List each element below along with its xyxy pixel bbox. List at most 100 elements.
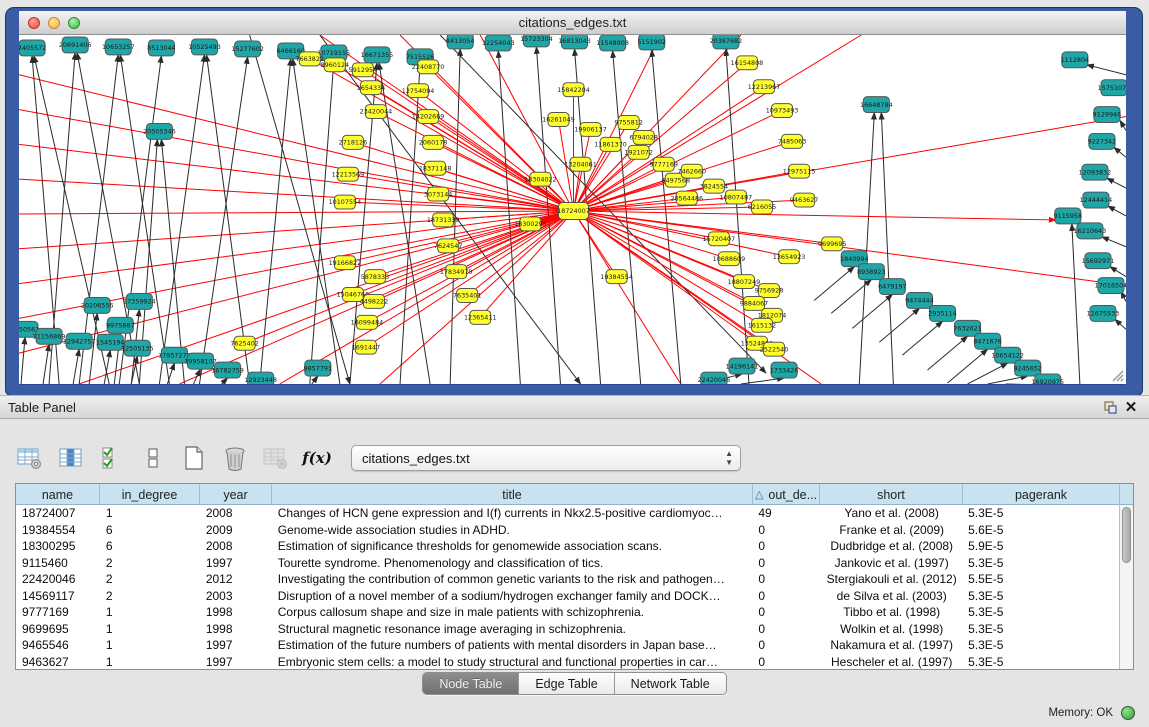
graph-node[interactable]: 4498222 (360, 295, 389, 309)
graph-node[interactable]: 3073144 (424, 187, 453, 201)
graph-node[interactable]: 9777169 (649, 157, 678, 171)
graph-node[interactable]: 9857791 (304, 360, 333, 376)
graph-node[interactable]: 11675533 (1087, 305, 1120, 321)
graph-node[interactable]: 18724007 (557, 203, 590, 220)
graph-node[interactable]: 15692971 (1082, 253, 1115, 269)
show-columns-icon[interactable] (56, 443, 86, 473)
graph-node[interactable]: 12213569 (332, 167, 365, 181)
graph-node[interactable]: 16648784 (860, 97, 893, 113)
tab-node-table[interactable]: Node Table (423, 673, 519, 694)
column-header-year[interactable]: year (200, 484, 272, 505)
table-row[interactable]: 1456911722003Disruption of a novel membe… (16, 588, 1119, 605)
close-panel-button[interactable]: ✕ (1121, 398, 1141, 416)
delete-icon[interactable] (220, 443, 250, 473)
graph-node[interactable]: 8960124 (321, 58, 350, 72)
graph-node[interactable]: 1615132 (748, 318, 777, 332)
graph-node[interactable]: 6216055 (748, 200, 777, 214)
graph-node[interactable]: 8471676 (973, 333, 1002, 349)
graph-node[interactable]: 9245652 (1013, 360, 1042, 376)
graph-node[interactable]: 2522540 (760, 342, 789, 356)
graph-node[interactable]: 1691447 (352, 340, 381, 354)
unselect-all-icon[interactable] (138, 443, 168, 473)
table-row[interactable]: 2242004622012Investigating the contribut… (16, 571, 1119, 588)
float-panel-button[interactable] (1101, 398, 1121, 416)
graph-node[interactable]: 7462660 (678, 164, 707, 178)
graph-node[interactable]: 8513044 (147, 40, 176, 56)
graph-node[interactable]: 16920975 (1031, 374, 1064, 384)
resize-grip[interactable] (1110, 368, 1124, 382)
graph-node[interactable]: 10653257 (102, 39, 135, 55)
graph-node[interactable]: 5151902 (637, 35, 666, 50)
graph-node[interactable]: 19384554 (600, 270, 633, 284)
graph-node[interactable]: 16782759 (211, 362, 244, 378)
graph-node[interactable]: 15723304 (520, 35, 553, 47)
column-header-pagerank[interactable]: pagerank (963, 484, 1120, 505)
graph-node[interactable]: 12975115 (783, 164, 816, 178)
new-table-icon[interactable] (179, 443, 209, 473)
graph-node[interactable]: 12213967 (748, 80, 781, 94)
graph-node[interactable]: 6794028 (629, 130, 658, 144)
network-canvas[interactable]: 2405572206914061065325785130441052549315… (19, 35, 1126, 384)
tab-network-table[interactable]: Network Table (615, 673, 726, 694)
graph-node[interactable]: 12942757 (63, 333, 96, 349)
select-all-icon[interactable] (97, 443, 127, 473)
graph-node[interactable]: 22420046 (698, 372, 731, 384)
graph-node[interactable]: 20505346 (143, 123, 176, 139)
table-row[interactable]: 1938455462009Genome-wide association stu… (16, 522, 1119, 539)
graph-node[interactable]: 10973493 (766, 104, 799, 118)
graph-node[interactable]: 9463627 (790, 193, 819, 207)
graph-node[interactable]: 2718126 (339, 135, 368, 149)
graph-node[interactable]: 8413054 (446, 35, 475, 49)
window-titlebar[interactable]: citations_edges.txt (19, 11, 1126, 35)
graph-node[interactable]: 18371148 (419, 161, 452, 175)
graph-node[interactable]: 16671355 (361, 47, 394, 63)
graph-node[interactable]: 16210643 (1074, 223, 1107, 239)
tab-edge-table[interactable]: Edge Table (519, 673, 614, 694)
table-mode-icon[interactable] (15, 443, 45, 473)
graph-node[interactable]: 19906137 (574, 122, 607, 136)
graph-node[interactable]: 7485063 (778, 134, 807, 148)
column-header-name[interactable]: name (16, 484, 100, 505)
graph-node[interactable]: 8938923 (857, 264, 886, 280)
table-row[interactable]: 911546021997Tourette syndrome. Phenomeno… (16, 555, 1119, 572)
graph-node[interactable]: 15277602 (231, 41, 264, 57)
table-row[interactable]: 977716911998Corpus callosum shape and si… (16, 604, 1119, 621)
graph-node[interactable]: 2935114 (928, 305, 957, 321)
graph-node[interactable]: 15751074 (1098, 80, 1126, 96)
graph-node[interactable]: 3824554 (700, 179, 729, 193)
graph-node[interactable]: 20691406 (59, 37, 92, 53)
graph-node[interactable]: 12093832 (1079, 164, 1112, 180)
graph-node[interactable]: 16154808 (731, 56, 764, 70)
function-builder-icon[interactable]: f(x) (302, 443, 332, 473)
graph-node[interactable]: 16261049 (542, 113, 575, 127)
graph-node[interactable]: 15720407 (703, 232, 736, 246)
graph-node[interactable]: 9975887 (106, 317, 135, 333)
table-selector-dropdown[interactable]: citations_edges.txt ▲▼ (351, 445, 741, 471)
graph-node[interactable]: 9756928 (755, 284, 784, 298)
graph-node[interactable]: 14196141 (726, 358, 759, 374)
graph-node[interactable]: 17359924 (123, 294, 156, 310)
graph-node[interactable]: 20206556 (81, 297, 114, 313)
graph-node[interactable]: 7625402 (230, 336, 259, 350)
table-row[interactable]: 969969511998Structural magnetic resonanc… (16, 621, 1119, 638)
graph-node[interactable]: 11861370 (594, 137, 627, 151)
graph-node[interactable]: 15842204 (557, 83, 590, 97)
scrollbar-thumb[interactable] (1122, 507, 1131, 563)
graph-node[interactable]: 17016504 (1095, 278, 1126, 294)
graph-node[interactable]: 1733426 (770, 362, 799, 378)
column-header-out_de[interactable]: △out_de... (753, 484, 820, 505)
graph-node[interactable]: 9115958 (1054, 208, 1083, 224)
table-row[interactable]: 1830029562008Estimation of significance … (16, 538, 1119, 555)
table-row[interactable]: 946362711997Embryonic stem cells: a mode… (16, 654, 1119, 670)
table-row[interactable]: 946554611997Estimation of the future num… (16, 637, 1119, 654)
graph-node[interactable]: 12254043 (482, 35, 515, 51)
graph-node[interactable]: 6479197 (878, 279, 907, 295)
vertical-scrollbar[interactable] (1119, 505, 1133, 669)
graph-node[interactable]: 9699695 (818, 237, 847, 251)
graph-node[interactable]: 9755812 (614, 116, 643, 130)
column-header-short[interactable]: short (820, 484, 963, 505)
graph-node[interactable]: 20387682 (710, 35, 743, 49)
graph-node[interactable]: 1112804 (1061, 52, 1090, 68)
graph-node[interactable]: 16813043 (558, 35, 591, 49)
graph-node[interactable]: 7624547 (434, 239, 463, 253)
